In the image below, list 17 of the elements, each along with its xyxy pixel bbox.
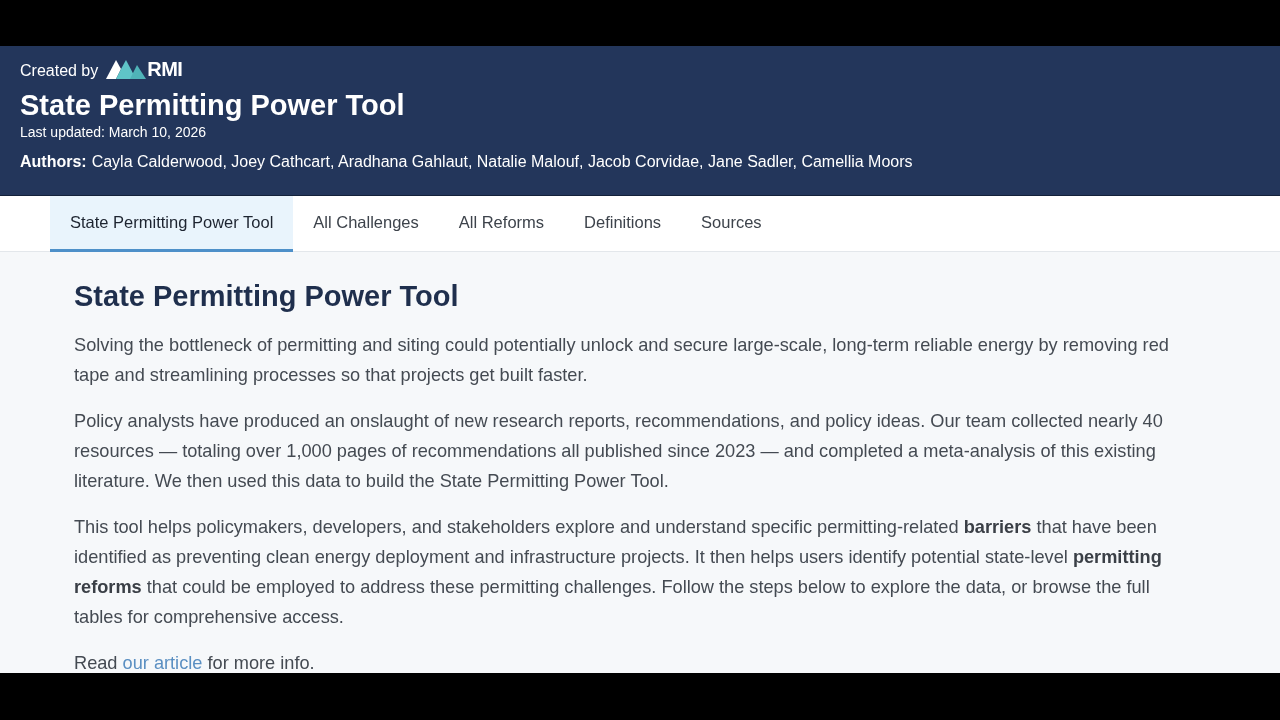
last-updated-text: Last updated: March 10, 2026	[20, 123, 208, 141]
nav-tab[interactable]: All Reforms	[438, 196, 565, 252]
logo-wordmark: RMI	[147, 58, 183, 80]
page-title: State Permitting Power Tool	[20, 88, 406, 122]
section-heading: State Permitting Power Tool	[74, 279, 460, 314]
nav-tab[interactable]: Sources	[681, 196, 782, 252]
mountain-logo-icon	[106, 59, 147, 79]
body-paragraph: This tool helps policymakers, developers, and stakeholders explore and understand specific permitting-related barriers that have been identified as preventing clean energy deployment and infrastructure projects. It then helps users identify potential state-level permitting reforms that could be employed to address these permitting challenges. Follow the steps below to explore the data, or browse the full tables for comprehensive access.	[74, 516, 1163, 629]
nav-tab[interactable]: State Permitting Power Tool	[50, 196, 294, 252]
credit-text: Created by	[20, 61, 99, 80]
nav-tab[interactable]: All Challenges	[293, 196, 439, 252]
authors-list: Cayla Calderwood, Joey Cathcart, Aradhana Gahlaut, Natalie Malouf, Jacob Corvidae, Jane Sadler, Camellia Moors	[91, 151, 913, 173]
body-paragraph: Policy analysts have produced an onslaught of new research reports, recommendations, and policy ideas. Our team collected nearly 40 resources — totaling over 1,000 pages of recommendations all published since 2023 — and completed a meta-analysis of this existing literature. We then used this data to build the State Permitting Power Tool.	[74, 410, 1164, 493]
authors-label: Authors:	[20, 152, 87, 172]
nav-tab[interactable]: Definitions	[564, 196, 682, 252]
body-paragraph: Read our article for more info.	[74, 652, 316, 673]
body-paragraph: Solving the bottleneck of permitting and siting could potentially unlock and secure large-scale, long-term reliable energy by removing red tape and streamlining processes so that projects get built faster.	[74, 334, 1170, 387]
